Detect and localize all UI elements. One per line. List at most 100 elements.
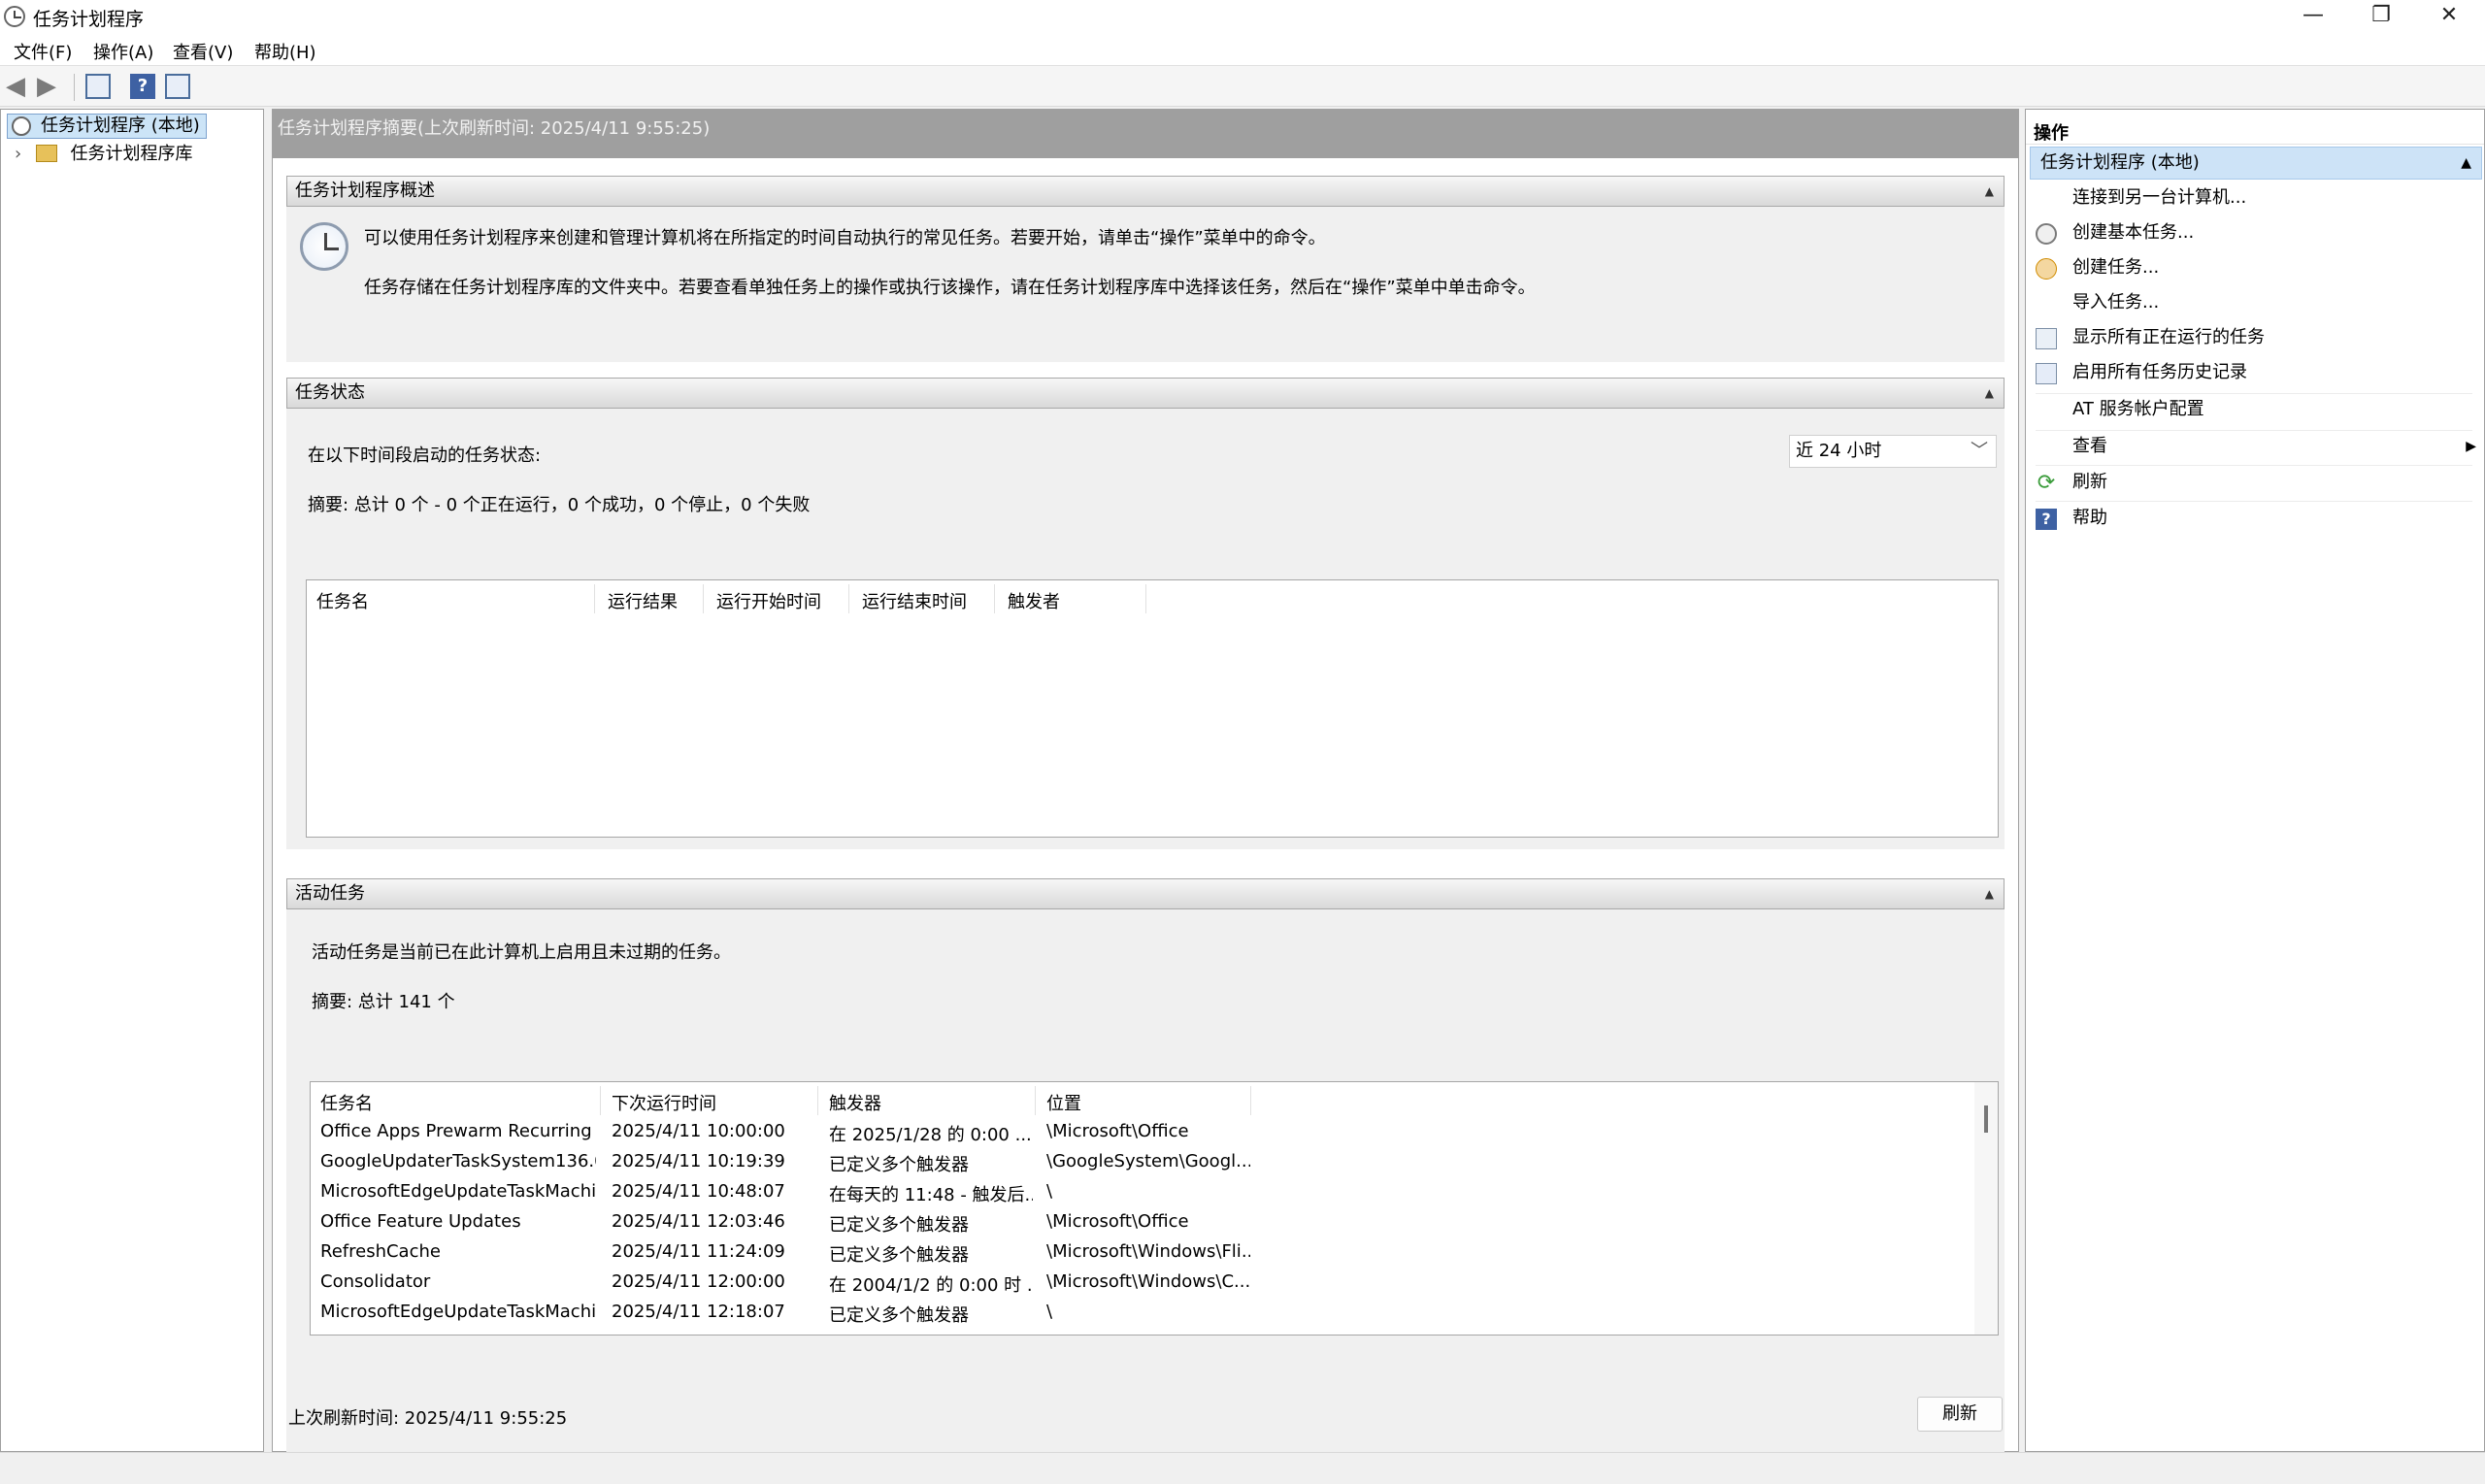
task-status-table[interactable]: 任务名 运行结果 运行开始时间 运行结束时间 触发者 xyxy=(306,579,1999,838)
column-separator[interactable] xyxy=(1250,1086,1251,1115)
back-arrow-icon[interactable]: ◀ xyxy=(6,74,31,99)
column-header[interactable]: 位置 xyxy=(1046,1090,1081,1115)
column-separator[interactable] xyxy=(817,1086,818,1115)
menu-action[interactable]: 操作(A) xyxy=(93,39,153,64)
task-icon xyxy=(2036,258,2057,280)
action-view[interactable]: 查看 ▶ xyxy=(2026,430,2485,465)
collapse-icon[interactable]: ▲ xyxy=(1985,177,1994,206)
tree-item-label: 任务计划程序 (本地) xyxy=(41,115,200,136)
table-row[interactable]: Office Apps Prewarm Recurring 2025/4/11 … xyxy=(311,1118,1998,1148)
action-label: 启用所有任务历史记录 xyxy=(2072,362,2247,382)
collapse-icon[interactable]: ▲ xyxy=(2461,148,2471,179)
action-refresh[interactable]: ⟳ 刷新 xyxy=(2026,466,2485,501)
column-separator[interactable] xyxy=(594,584,595,613)
location-cell: \GoogleSystem\Googl... xyxy=(1046,1151,1250,1171)
refresh-icon: ⟳ xyxy=(2037,471,2056,495)
next-run-cell: 2025/4/11 10:00:00 xyxy=(612,1121,785,1141)
next-run-cell: 2025/4/11 10:19:39 xyxy=(612,1151,785,1171)
actions-title: 操作 xyxy=(2026,114,2484,145)
task-status-section-header[interactable]: 任务状态 ▲ xyxy=(286,378,2005,409)
table-row[interactable]: MicrosoftEdgeUpdateTaskMachin... 2025/4/… xyxy=(311,1178,1998,1208)
section-title: 任务计划程序概述 xyxy=(295,181,435,201)
location-cell: \Microsoft\Windows\Fli... xyxy=(1046,1241,1250,1262)
status-period-dropdown[interactable]: 近 24 小时 ﹀ xyxy=(1789,435,1997,468)
action-at-service-account[interactable]: AT 服务帐户配置 xyxy=(2026,393,2485,428)
help-icon: ? xyxy=(2036,509,2057,530)
column-separator[interactable] xyxy=(994,584,995,613)
column-separator[interactable] xyxy=(1035,1086,1036,1115)
next-run-cell: 2025/4/11 12:18:07 xyxy=(612,1302,785,1322)
action-label: 显示所有正在运行的任务 xyxy=(2072,327,2265,347)
action-help[interactable]: ? 帮助 xyxy=(2026,502,2485,537)
overview-section: 任务计划程序概述 ▲ 可以使用任务计划程序来创建和管理计算机将在所指定的时间自动… xyxy=(286,176,2005,362)
table-row[interactable]: GoogleUpdaterTaskSystem136.0.... 2025/4/… xyxy=(311,1148,1998,1178)
vertical-scrollbar[interactable] xyxy=(1974,1082,1998,1335)
trigger-cell: 已定义多个触发器 xyxy=(829,1155,969,1175)
active-tasks-table[interactable]: 任务名 下次运行时间 触发器 位置 Office Apps Prewarm Re… xyxy=(310,1081,1999,1336)
trigger-cell: 在每天的 11:48 - 触发后... xyxy=(829,1185,1033,1205)
column-separator[interactable] xyxy=(848,584,849,613)
running-tasks-icon xyxy=(2036,328,2057,349)
section-title: 任务状态 xyxy=(295,382,365,403)
menu-help[interactable]: 帮助(H) xyxy=(254,39,316,64)
table-row[interactable]: RefreshCache 2025/4/11 11:24:09 已定义多个触发器… xyxy=(311,1238,1998,1269)
column-header[interactable]: 运行结束时间 xyxy=(862,588,967,613)
show-hide-action-pane-icon[interactable] xyxy=(165,74,190,99)
close-button[interactable]: ✕ xyxy=(2417,0,2481,33)
show-hide-console-tree-icon[interactable] xyxy=(85,74,111,99)
column-separator[interactable] xyxy=(1145,584,1146,613)
action-create-task[interactable]: 创建任务... xyxy=(2026,251,2485,286)
action-label: 导入任务... xyxy=(2072,292,2160,313)
column-header[interactable]: 下次运行时间 xyxy=(612,1090,716,1115)
location-cell: \ xyxy=(1046,1181,1053,1202)
task-name-cell: MicrosoftEdgeUpdateTaskMachin... xyxy=(320,1181,596,1202)
table-header: 任务名 运行结果 运行开始时间 运行结束时间 触发者 xyxy=(307,580,1998,619)
trigger-cell: 已定义多个触发器 xyxy=(829,1305,969,1326)
column-header[interactable]: 任务名 xyxy=(316,588,369,613)
actions-group-header[interactable]: 任务计划程序 (本地) ▲ xyxy=(2030,147,2482,180)
refresh-button[interactable]: 刷新 xyxy=(1917,1397,2003,1432)
column-header[interactable]: 运行开始时间 xyxy=(716,588,821,613)
active-tasks-description: 活动任务是当前已在此计算机上启用且未过期的任务。 xyxy=(312,942,731,963)
task-name-cell: GoogleUpdaterTaskSystem136.0.... xyxy=(320,1151,596,1171)
collapse-icon[interactable]: ▲ xyxy=(1985,879,1994,908)
restore-button[interactable]: ❐ xyxy=(2349,0,2413,33)
scrollbar-thumb[interactable] xyxy=(1984,1105,1988,1133)
action-import-task[interactable]: 导入任务... xyxy=(2026,286,2485,321)
column-header[interactable]: 触发者 xyxy=(1008,588,1060,613)
table-header: 任务名 下次运行时间 触发器 位置 xyxy=(311,1082,1998,1121)
chevron-down-icon: ﹀ xyxy=(1971,441,1988,461)
action-create-basic-task[interactable]: 创建基本任务... xyxy=(2026,216,2485,251)
action-label: 连接到另一台计算机... xyxy=(2072,187,2247,208)
active-tasks-section-header[interactable]: 活动任务 ▲ xyxy=(286,878,2005,909)
table-row[interactable]: Consolidator 2025/4/11 12:00:00 在 2004/1… xyxy=(311,1269,1998,1299)
table-row[interactable]: MicrosoftEdgeUpdateTaskMachin... 2025/4/… xyxy=(311,1299,1998,1329)
task-name-cell: Consolidator xyxy=(320,1271,431,1292)
toolbar: ◀ ▶ ? xyxy=(0,66,2485,107)
action-display-running-tasks[interactable]: 显示所有正在运行的任务 xyxy=(2026,321,2485,356)
last-refresh-text: 上次刷新时间: 2025/4/11 9:55:25 xyxy=(288,1408,568,1429)
chevron-right-icon[interactable]: › xyxy=(15,143,30,166)
action-label: AT 服务帐户配置 xyxy=(2072,399,2204,419)
overview-line-2: 任务存储在任务计划程序库的文件夹中。若要查看单独任务上的操作或执行该操作，请在任… xyxy=(364,278,1536,298)
action-connect-another-computer[interactable]: 连接到另一台计算机... xyxy=(2026,181,2485,216)
tree-item-task-scheduler-library[interactable]: › 任务计划程序库 xyxy=(15,143,192,166)
column-separator[interactable] xyxy=(703,584,704,613)
help-icon[interactable]: ? xyxy=(130,74,155,99)
column-header[interactable]: 触发器 xyxy=(829,1090,881,1115)
menu-file[interactable]: 文件(F) xyxy=(14,39,72,64)
menu-view[interactable]: 查看(V) xyxy=(173,39,233,64)
tree-item-task-scheduler-local[interactable]: 任务计划程序 (本地) xyxy=(7,114,207,139)
column-header[interactable]: 任务名 xyxy=(320,1090,373,1115)
action-enable-task-history[interactable]: 启用所有任务历史记录 xyxy=(2026,356,2485,391)
column-header[interactable]: 运行结果 xyxy=(608,588,678,613)
dropdown-value: 近 24 小时 xyxy=(1796,441,1882,461)
tree-item-label: 任务计划程序库 xyxy=(70,144,193,164)
table-row[interactable]: Office Feature Updates 2025/4/11 12:03:4… xyxy=(311,1208,1998,1238)
forward-arrow-icon[interactable]: ▶ xyxy=(37,74,62,99)
overview-section-header[interactable]: 任务计划程序概述 ▲ xyxy=(286,176,2005,207)
actions-group-label: 任务计划程序 (本地) xyxy=(2040,152,2200,173)
collapse-icon[interactable]: ▲ xyxy=(1985,379,1994,408)
column-separator[interactable] xyxy=(600,1086,601,1115)
minimize-button[interactable]: — xyxy=(2281,0,2345,33)
